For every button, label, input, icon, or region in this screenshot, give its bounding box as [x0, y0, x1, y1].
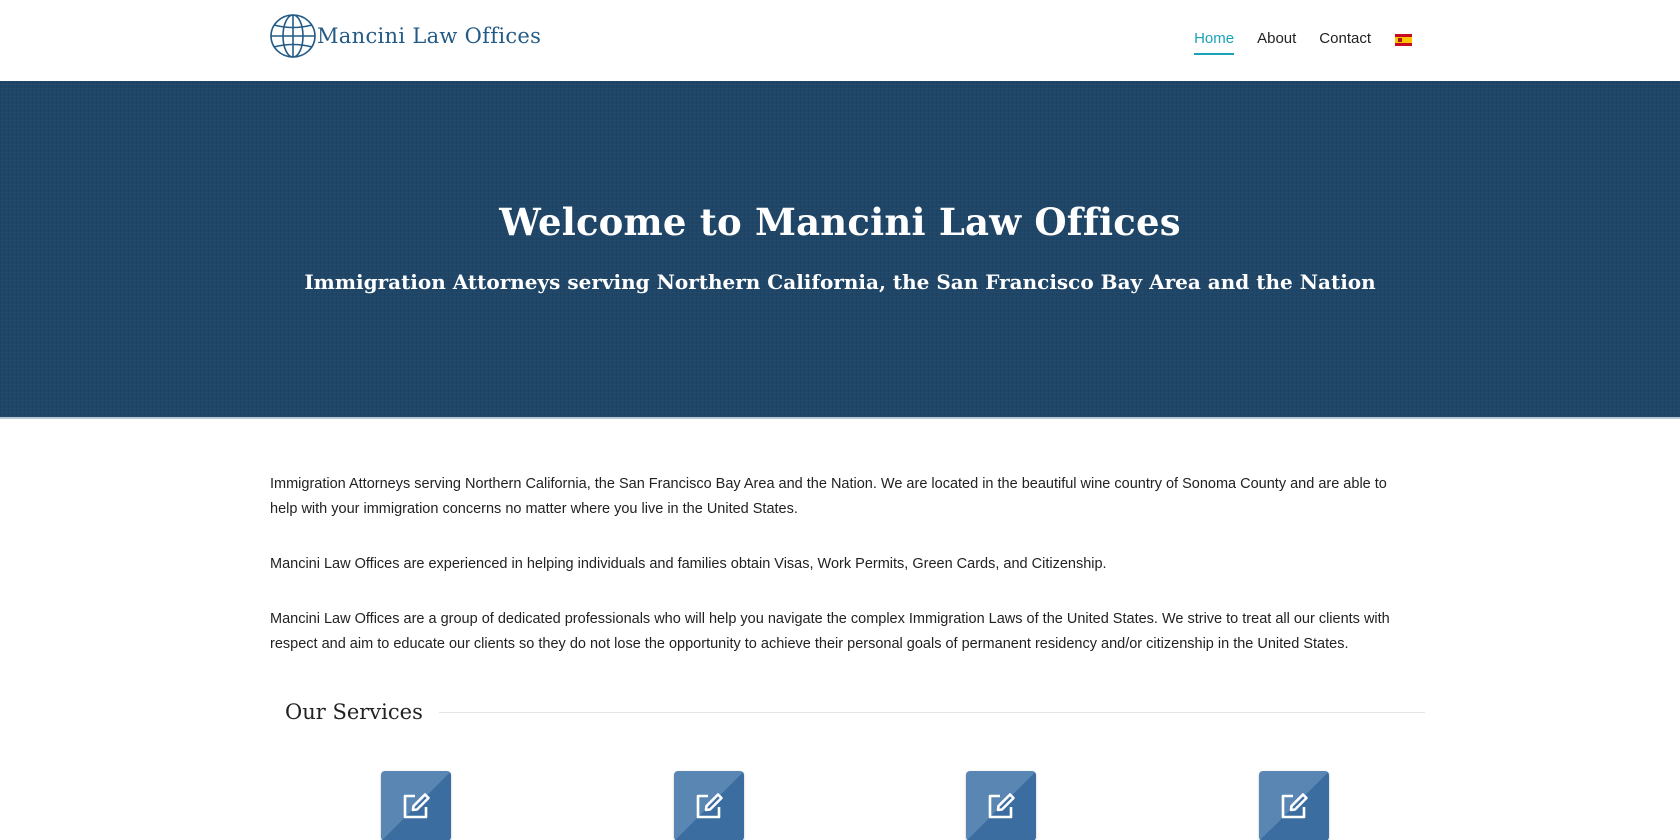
service-card-1[interactable]: [381, 771, 451, 840]
services-title: Our Services: [285, 700, 423, 724]
spain-flag-icon[interactable]: [1395, 34, 1412, 46]
service-card-3[interactable]: [966, 771, 1036, 840]
site-logo[interactable]: Mancini Law Offices: [269, 13, 541, 59]
logo-text: Mancini Law Offices: [317, 24, 542, 48]
edit-icon: [1281, 793, 1308, 819]
hero-subtitle: Immigration Attorneys serving Northern C…: [304, 270, 1376, 294]
nav-about[interactable]: About: [1257, 30, 1296, 53]
edit-icon: [696, 793, 723, 819]
edit-icon: [988, 793, 1015, 819]
globe-icon: [270, 14, 316, 58]
mission-paragraph: Mancini Law Offices are a group of dedic…: [270, 611, 1390, 652]
services-paragraph: Mancini Law Offices are experienced in h…: [270, 556, 1107, 572]
service-card-4[interactable]: [1259, 771, 1329, 840]
nav-home[interactable]: Home: [1194, 30, 1235, 55]
nav-contact[interactable]: Contact: [1319, 30, 1371, 53]
site-header: Mancini Law Offices Home About Contact: [0, 0, 1680, 81]
service-card-2[interactable]: [674, 771, 744, 840]
hero-title: Welcome to Mancini Law Offices: [499, 200, 1181, 244]
hero-banner: Welcome to Mancini Law Offices Immigrati…: [0, 81, 1680, 419]
main-nav: Home About Contact: [1171, 30, 1412, 55]
intro-paragraph: Immigration Attorneys serving Northern C…: [270, 476, 1387, 517]
main-content: Immigration Attorneys serving Northern C…: [270, 472, 1400, 687]
edit-icon: [403, 793, 430, 819]
services-header: Our Services: [285, 700, 1425, 724]
divider: [438, 711, 1425, 713]
